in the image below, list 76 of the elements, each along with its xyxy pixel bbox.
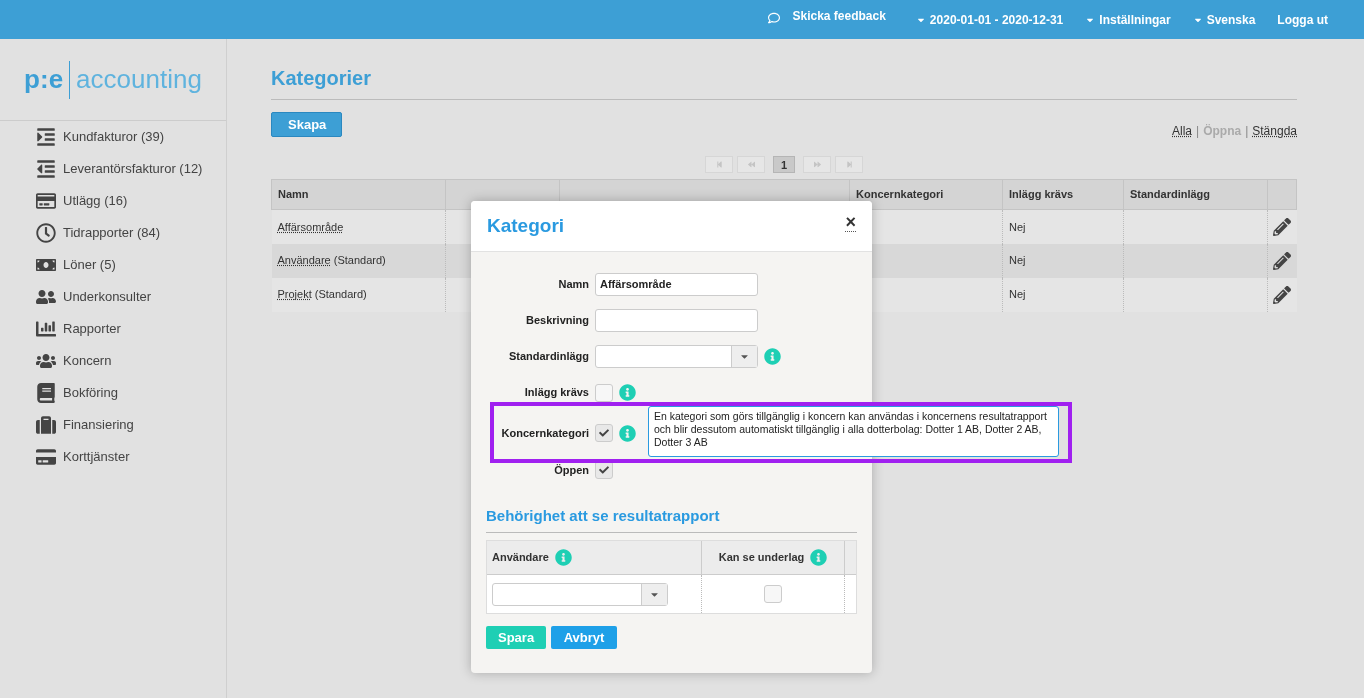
sidebar-item[interactable]: Löner (5)	[0, 249, 226, 281]
sidebar-item[interactable]: Bokföring	[0, 377, 226, 409]
checkbox[interactable]	[595, 424, 613, 442]
pager-button[interactable]	[705, 156, 733, 173]
checkbox[interactable]	[595, 383, 613, 402]
category-link[interactable]: Projekt	[277, 288, 312, 301]
sidebar-item[interactable]: Rapporter	[0, 313, 226, 345]
sidebar-item[interactable]: Kundfakturor (39)	[0, 121, 226, 153]
skip-forward-icon	[845, 161, 853, 168]
field-label: Namn	[557, 276, 590, 292]
field-label: Standardinlägg	[507, 348, 590, 364]
field-label: Koncernkategori	[500, 425, 590, 441]
field-label: Inlägg krävs	[523, 385, 590, 401]
dropdown[interactable]	[595, 344, 758, 368]
checkbox[interactable]	[764, 585, 782, 603]
filter-link[interactable]: Alla	[1172, 122, 1193, 140]
bar-chart-icon	[35, 319, 56, 339]
edit-button[interactable]	[1272, 250, 1293, 271]
group-icon	[35, 351, 56, 371]
logo-brand: p:e	[24, 63, 64, 96]
category-link[interactable]: Affärsområde	[277, 220, 344, 233]
section-title: Behörighet att se resultatrapport	[486, 506, 721, 525]
sidebar-item[interactable]: Koncern	[0, 345, 226, 377]
sidebar-item[interactable]: Leverantörsfakturor (12)	[0, 153, 226, 185]
column-header[interactable]: Namn	[278, 188, 309, 200]
info-icon[interactable]	[764, 347, 781, 365]
standard-note: (Standard)	[333, 254, 386, 267]
standard-note: (Standard)	[314, 288, 367, 301]
edit-button[interactable]	[1272, 284, 1293, 305]
field-label: Öppen	[553, 462, 590, 478]
check-icon	[599, 428, 609, 438]
clock-icon	[35, 223, 56, 243]
indent-icon	[35, 127, 56, 147]
field-label: Beskrivning	[525, 312, 590, 328]
outdent-icon	[35, 159, 56, 179]
fast-forward-icon	[813, 161, 821, 168]
sidebar-item[interactable]: Utlägg (16)	[0, 185, 226, 217]
text-field[interactable]	[595, 308, 758, 332]
edit-button[interactable]	[1272, 216, 1293, 237]
separator: |	[1196, 123, 1200, 140]
tooltip: En kategori som görs tillgänglig i koncern kan användas i koncernens resultatrapport och blir dessutom automatiskt tillgänglig i alla dotterbolag: Dotter 1 AB, Dotter 2 AB, Dotter 3 AB	[648, 406, 1059, 457]
page-title: Kategorier	[271, 66, 373, 87]
pager-button[interactable]	[803, 156, 831, 173]
column-header: Användare	[492, 550, 549, 566]
separator: |	[1245, 123, 1249, 140]
skip-back-icon	[715, 161, 723, 168]
book-icon	[35, 383, 56, 403]
filter-link[interactable]: Stängda	[1252, 122, 1297, 140]
table-cell: Nej	[1009, 220, 1026, 233]
check-icon	[599, 465, 609, 475]
comment-icon	[768, 11, 781, 24]
text-field[interactable]: Affärsområde	[595, 272, 758, 296]
info-icon[interactable]	[619, 424, 636, 442]
info-icon[interactable]	[554, 549, 572, 566]
sidebar-item[interactable]: Finansiering	[0, 409, 226, 441]
category-link[interactable]: Användare	[277, 254, 331, 267]
dropdown[interactable]	[492, 582, 668, 606]
card-icon	[35, 191, 56, 211]
people-icon	[35, 287, 56, 307]
sidebar-item[interactable]: Underkonsulter	[0, 281, 226, 313]
card-icon	[35, 447, 56, 467]
table-cell: Nej	[1009, 254, 1026, 267]
page-button[interactable]: 1	[773, 156, 795, 173]
sidebar-item[interactable]: Tidrapporter (84)	[0, 217, 226, 249]
column-header: Kan se underlag	[718, 550, 805, 566]
info-icon[interactable]	[619, 384, 636, 401]
rewind-icon	[747, 161, 755, 168]
sidebar-item[interactable]: Korttjänster	[0, 441, 226, 473]
pager-button[interactable]	[835, 156, 863, 173]
logo-product: accounting	[76, 63, 202, 96]
pager-button[interactable]	[737, 156, 765, 173]
dialog-title: Kategori	[487, 213, 565, 238]
info-icon[interactable]	[810, 549, 828, 566]
close-button[interactable]: ×	[845, 212, 856, 232]
table-cell: Nej	[1009, 288, 1026, 301]
suitcase-icon	[35, 415, 56, 435]
